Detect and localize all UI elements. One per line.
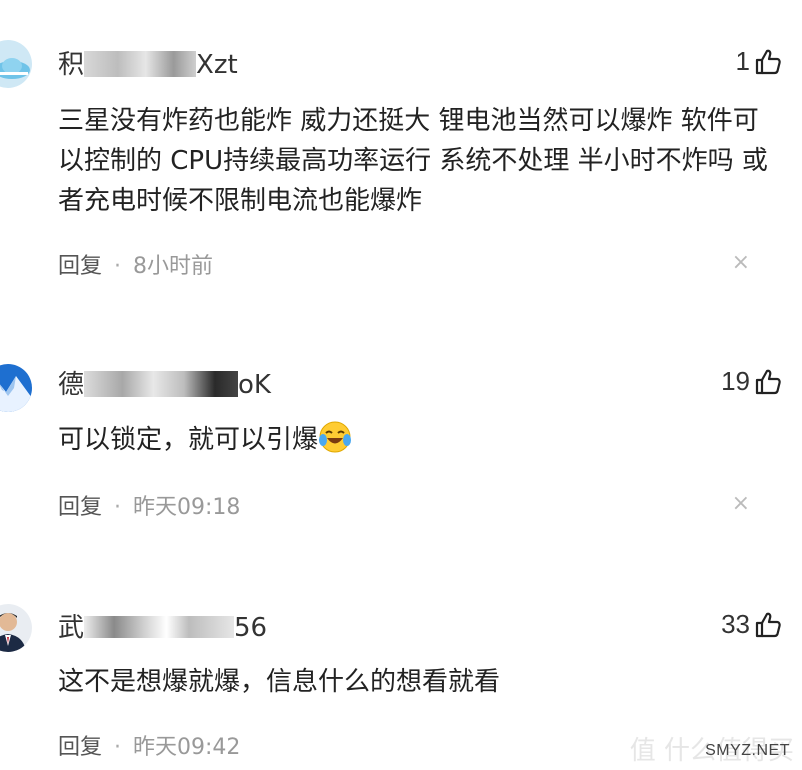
username-prefix: 德 (58, 370, 85, 400)
username[interactable]: 德 oK (58, 364, 271, 401)
comment-text: 这不是想爆就爆，信息什么的想看就看 (58, 667, 501, 697)
comment-meta: 回复 · 8小时前 (58, 248, 213, 280)
laughing-crying-emoji-icon (319, 421, 352, 453)
thumbs-up-icon[interactable] (754, 48, 782, 76)
comment-time: 8小时前 (133, 254, 214, 279)
avatar[interactable] (0, 40, 32, 88)
reply-button[interactable]: 回复 (58, 495, 102, 520)
like-count: 19 (721, 366, 750, 396)
username-suffix: Xzt (196, 50, 238, 80)
thumbs-up-icon[interactable] (754, 368, 782, 396)
comment-text: 可以锁定，就可以引爆 (58, 420, 768, 460)
comment-text-body: 可以锁定，就可以引爆 (58, 425, 319, 455)
avatar[interactable] (0, 364, 32, 412)
close-icon[interactable]: × (732, 250, 750, 275)
thumbs-up-icon[interactable] (754, 611, 782, 639)
separator-dot: · (114, 735, 122, 760)
watermark: 值 什么值得买 SMYZ.NET (630, 732, 794, 766)
comment-meta: 回复 · 昨天09:18 (58, 489, 240, 521)
username-prefix: 积 (58, 50, 85, 80)
like-count: 1 (735, 46, 750, 76)
username[interactable]: 武 56 (58, 607, 267, 644)
reply-button[interactable]: 回复 (58, 735, 102, 760)
comment-text: 三星没有炸药也能炸 威力还挺大 锂电池当然可以爆炸 软件可以控制的 CPU持续最… (58, 106, 768, 216)
comment-time: 昨天09:18 (133, 495, 241, 520)
username-suffix: oK (238, 370, 271, 400)
close-icon[interactable]: × (732, 491, 750, 516)
comment-time: 昨天09:42 (133, 735, 241, 760)
avatar[interactable] (0, 604, 32, 652)
watermark-site: SMYZ.NET (705, 742, 790, 759)
username-suffix: 56 (234, 613, 268, 643)
username-mask (84, 616, 235, 638)
username-mask (84, 51, 197, 77)
username[interactable]: 积 Xzt (58, 44, 238, 81)
reply-button[interactable]: 回复 (58, 254, 102, 279)
separator-dot: · (114, 254, 122, 279)
comment-meta: 回复 · 昨天09:42 (58, 729, 240, 761)
separator-dot: · (114, 495, 122, 520)
username-mask (84, 371, 239, 397)
like-count: 33 (721, 609, 750, 639)
username-prefix: 武 (58, 613, 85, 643)
